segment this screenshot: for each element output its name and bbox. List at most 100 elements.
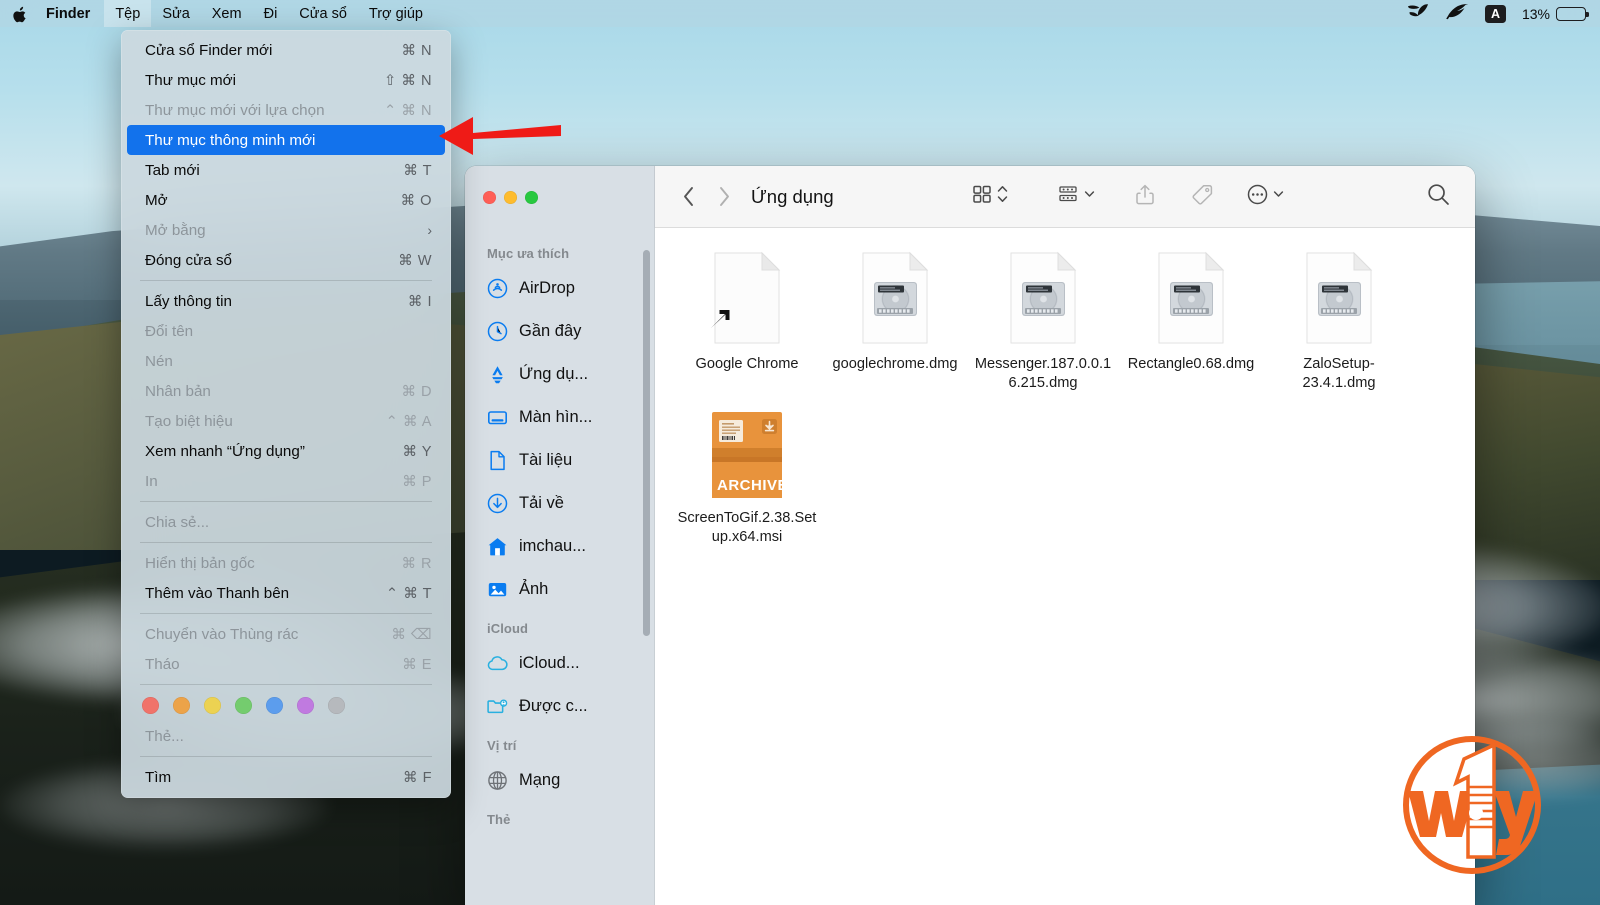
menu-item[interactable]: Mở ⌘ O bbox=[127, 185, 445, 215]
sidebar-item-ngd[interactable]: Ứng dụ... bbox=[465, 353, 654, 396]
sidebar-item-airdrop[interactable]: AirDrop bbox=[465, 267, 654, 310]
menu-tro-giup[interactable]: Trợ giúp bbox=[358, 0, 434, 27]
sidebar-item-gny[interactable]: Gần đây bbox=[465, 310, 654, 353]
menu-item-label: Hiển thị bản gốc bbox=[145, 554, 255, 572]
disk-image-icon[interactable] bbox=[1003, 250, 1083, 346]
more-actions-button[interactable] bbox=[1246, 183, 1284, 211]
search-icon[interactable] bbox=[1426, 182, 1451, 212]
sidebar-item-label: Ảnh bbox=[519, 580, 549, 598]
file-item[interactable]: ARCHIVE ScreenToGif.2.38.Setup.x64.msi bbox=[673, 404, 821, 548]
chevron-down-icon[interactable] bbox=[1273, 183, 1284, 210]
menu-xem[interactable]: Xem bbox=[201, 0, 253, 27]
leaf-icon[interactable] bbox=[1407, 3, 1429, 24]
sidebar-item-tiliu[interactable]: Tài liệu bbox=[465, 439, 654, 482]
menu-finder[interactable]: Finder bbox=[40, 0, 104, 27]
sidebar-item-label: Ứng dụ... bbox=[519, 365, 589, 383]
disk-image-icon[interactable] bbox=[855, 250, 935, 346]
maximize-button[interactable] bbox=[525, 190, 538, 204]
search-button[interactable] bbox=[1422, 182, 1455, 212]
menu-item: Đổi tên bbox=[127, 316, 445, 346]
file-name-label: Rectangle0.68.dmg bbox=[1127, 356, 1255, 372]
group-by-icon[interactable] bbox=[1056, 183, 1080, 210]
battery-icon bbox=[1556, 6, 1589, 21]
close-button[interactable] bbox=[483, 190, 496, 204]
menu-bar: Finder Tệp Sửa Xem Đi Cửa sổ Trợ giúp A … bbox=[0, 0, 1600, 27]
disk-image-icon[interactable] bbox=[1151, 250, 1231, 346]
sidebar-item-tiv[interactable]: Tải về bbox=[465, 482, 654, 525]
view-switcher[interactable] bbox=[971, 183, 1008, 210]
tag-color-dot[interactable] bbox=[173, 697, 190, 714]
chevron-down-icon[interactable] bbox=[1084, 183, 1095, 210]
sidebar-section-header: Vị trí bbox=[487, 738, 517, 753]
sidebar-item-mnhn[interactable]: Màn hìn... bbox=[465, 396, 654, 439]
menu-item[interactable]: Tìm ⌘ F bbox=[127, 762, 445, 792]
menu-item[interactable]: Lấy thông tin ⌘ I bbox=[127, 286, 445, 316]
grid-view-icon[interactable] bbox=[971, 183, 993, 210]
file-item[interactable]: googlechrome.dmg bbox=[821, 250, 969, 394]
menu-item-label: Thêm vào Thanh bên bbox=[145, 584, 290, 602]
share-icon[interactable] bbox=[1135, 183, 1155, 211]
menu-item[interactable]: Cửa sổ Finder mới ⌘ N bbox=[127, 35, 445, 65]
menu-item[interactable]: Tab mới ⌘ T bbox=[127, 155, 445, 185]
menu-item[interactable]: Thư mục mới ⇧ ⌘ N bbox=[127, 65, 445, 95]
tag-color-dot[interactable] bbox=[142, 697, 159, 714]
forward-button[interactable] bbox=[707, 182, 741, 212]
menu-item[interactable]: Đóng cửa sổ ⌘ W bbox=[127, 245, 445, 275]
applications-icon bbox=[486, 364, 508, 385]
battery-status[interactable]: 13% bbox=[1521, 5, 1589, 22]
sidebar-item-icloud[interactable]: iCloud... bbox=[465, 642, 654, 685]
document-icon bbox=[486, 450, 508, 471]
tag-color-dot[interactable] bbox=[204, 697, 221, 714]
sidebar-scrollbar[interactable] bbox=[643, 250, 650, 636]
menu-separator bbox=[140, 542, 432, 543]
menu-item[interactable]: Thêm vào Thanh bên ⌃ ⌘ T bbox=[127, 578, 445, 608]
group-by-button[interactable] bbox=[1056, 183, 1095, 210]
menu-item-shortcut: ⇧ ⌘ N bbox=[384, 72, 432, 89]
annotation-arrow bbox=[437, 112, 562, 163]
tag-color-dot[interactable] bbox=[266, 697, 283, 714]
sidebar-item-cc[interactable]: Được c... bbox=[465, 685, 654, 728]
sidebar-item-label: iCloud... bbox=[519, 654, 580, 672]
archive-icon[interactable]: ARCHIVE bbox=[706, 404, 788, 500]
tag-color-dot[interactable] bbox=[328, 697, 345, 714]
disk-image-icon[interactable] bbox=[1299, 250, 1379, 346]
sidebar-section-header: iCloud bbox=[487, 621, 529, 636]
menu-item: Tháo ⌘ E bbox=[127, 649, 445, 679]
file-item[interactable]: Messenger.187.0.0.16.215.dmg bbox=[969, 250, 1117, 394]
menu-item: Chia sẻ... bbox=[127, 507, 445, 537]
menu-item-shortcut: ⌃ ⌘ N bbox=[384, 102, 432, 119]
input-source-badge[interactable]: A bbox=[1484, 4, 1506, 23]
minimize-button[interactable] bbox=[504, 190, 517, 204]
menu-sua[interactable]: Sửa bbox=[151, 0, 200, 27]
file-item[interactable]: ZaloSetup-23.4.1.dmg bbox=[1265, 250, 1413, 394]
feather-icon[interactable] bbox=[1445, 3, 1469, 24]
sidebar-item-imchau[interactable]: imchau... bbox=[465, 525, 654, 568]
sidebar-item-mng[interactable]: Mạng bbox=[465, 759, 654, 802]
file-name-label: ZaloSetup-23.4.1.dmg bbox=[1302, 356, 1376, 392]
menu-di[interactable]: Đi bbox=[253, 0, 289, 27]
file-item[interactable]: Rectangle0.68.dmg bbox=[1117, 250, 1265, 394]
menu-cua-so[interactable]: Cửa sổ bbox=[288, 0, 358, 27]
tag-color-dot[interactable] bbox=[235, 697, 252, 714]
tag-icon[interactable] bbox=[1191, 183, 1214, 211]
menu-item[interactable]: Xem nhanh “Ứng dụng” ⌘ Y bbox=[127, 436, 445, 466]
blank-document-icon[interactable] bbox=[707, 250, 787, 346]
tag-color-dot[interactable] bbox=[297, 697, 314, 714]
view-chevron-updown-icon[interactable] bbox=[997, 183, 1008, 210]
more-ellipsis-icon[interactable] bbox=[1246, 183, 1269, 211]
sidebar-item-nh[interactable]: Ảnh bbox=[465, 568, 654, 611]
menu-item[interactable]: Thư mục thông minh mới bbox=[127, 125, 445, 155]
desktop-icon bbox=[486, 407, 508, 428]
menu-tep[interactable]: Tệp bbox=[104, 0, 152, 27]
apple-logo-icon[interactable] bbox=[0, 0, 40, 27]
menu-bar-status-area: A 13% bbox=[1407, 3, 1600, 24]
menu-item: Hiển thị bản gốc ⌘ R bbox=[127, 548, 445, 578]
finder-file-area[interactable]: Google Chrome googlechrome.dmg Messenger… bbox=[655, 228, 1475, 905]
back-button[interactable] bbox=[671, 182, 705, 212]
share-button[interactable] bbox=[1131, 182, 1159, 212]
menu-item-label: Nhân bản bbox=[145, 382, 211, 400]
file-icon-grid: Google Chrome googlechrome.dmg Messenger… bbox=[673, 250, 1457, 557]
tag-button[interactable] bbox=[1187, 182, 1218, 212]
file-item[interactable]: Google Chrome bbox=[673, 250, 821, 394]
battery-percent-label: 13% bbox=[1521, 5, 1550, 22]
